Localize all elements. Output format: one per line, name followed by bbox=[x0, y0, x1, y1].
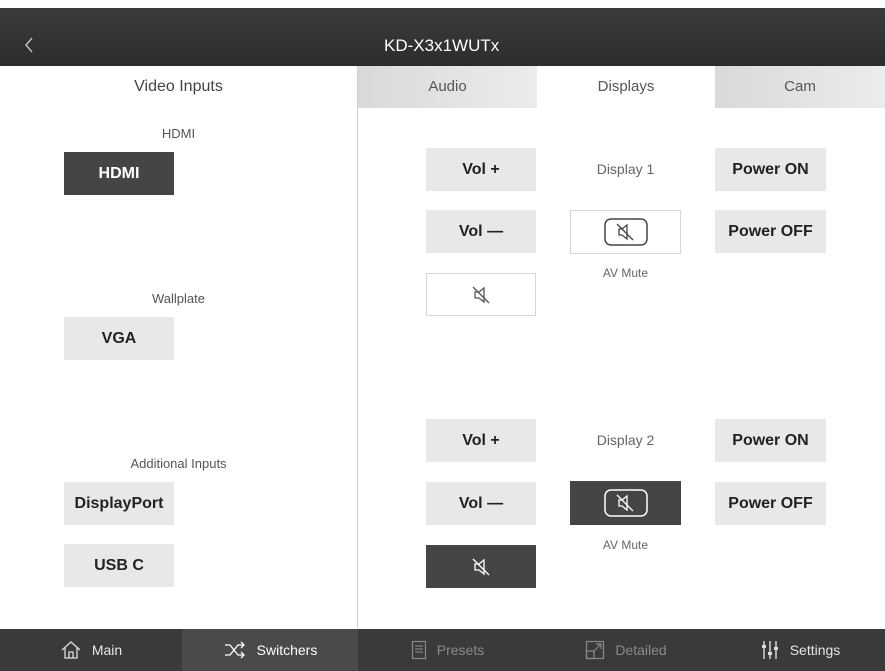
display1-power-on-button[interactable]: Power ON bbox=[715, 148, 826, 191]
page-title: KD-X3x1WUTx bbox=[384, 36, 500, 55]
nav-presets[interactable]: Presets bbox=[358, 629, 537, 671]
display1-audio-mute-button[interactable] bbox=[426, 273, 536, 316]
bottom-nav-bar: Main Switchers Presets Detailed Settings bbox=[0, 629, 885, 671]
input-hdmi-button[interactable]: HDMI bbox=[64, 152, 174, 195]
video-inputs-heading: Video Inputs bbox=[134, 78, 223, 95]
display1-av-mute-button[interactable] bbox=[570, 210, 681, 254]
document-icon bbox=[411, 640, 426, 660]
display2-av-mute-label: AV Mute bbox=[602, 538, 649, 552]
display2-name: Display 2 bbox=[596, 432, 655, 448]
video-inputs-panel bbox=[0, 66, 358, 629]
group-label-hdmi: HDMI bbox=[161, 126, 196, 141]
display2-av-mute-button[interactable] bbox=[570, 481, 681, 525]
nav-detailed[interactable]: Detailed bbox=[537, 629, 715, 671]
nav-main-label: Main bbox=[91, 642, 123, 658]
title-bar: KD-X3x1WUTx bbox=[0, 8, 885, 66]
nav-presets-label: Presets bbox=[436, 642, 485, 658]
display1-av-mute-label: AV Mute bbox=[602, 266, 649, 280]
speaker-mute-icon bbox=[472, 558, 490, 575]
group-label-wallplate: Wallplate bbox=[152, 291, 205, 306]
tab-audio[interactable]: Audio bbox=[358, 66, 537, 108]
group-label-additional: Additional Inputs bbox=[130, 456, 227, 471]
nav-switchers[interactable]: Switchers bbox=[182, 629, 358, 671]
display2-power-on-button[interactable]: Power ON bbox=[715, 419, 826, 462]
display2-vol-down-button[interactable]: Vol — bbox=[426, 482, 536, 525]
nav-switchers-label: Switchers bbox=[256, 642, 318, 658]
display2-vol-up-button[interactable]: Vol + bbox=[426, 419, 536, 462]
display2-audio-mute-button[interactable] bbox=[426, 545, 536, 588]
nav-settings-label: Settings bbox=[789, 642, 841, 658]
input-usbc-button[interactable]: USB C bbox=[64, 544, 174, 587]
display1-name: Display 1 bbox=[596, 161, 655, 177]
back-button[interactable] bbox=[24, 36, 34, 58]
display1-vol-down-button[interactable]: Vol — bbox=[426, 210, 536, 253]
av-mute-icon bbox=[603, 218, 648, 246]
speaker-mute-icon bbox=[472, 286, 490, 303]
top-strip bbox=[0, 0, 885, 8]
av-mute-icon bbox=[603, 489, 648, 517]
display1-vol-up-button[interactable]: Vol + bbox=[426, 148, 536, 191]
input-vga-button[interactable]: VGA bbox=[64, 317, 174, 360]
nav-detailed-label: Detailed bbox=[615, 642, 667, 658]
tab-cam[interactable]: Cam bbox=[715, 66, 885, 108]
home-icon bbox=[61, 641, 81, 659]
nav-settings[interactable]: Settings bbox=[715, 629, 885, 671]
display1-power-off-button[interactable]: Power OFF bbox=[715, 210, 826, 253]
sliders-icon bbox=[761, 641, 778, 659]
tab-displays[interactable]: Displays bbox=[537, 66, 715, 108]
shuffle-icon bbox=[224, 641, 245, 659]
input-displayport-button[interactable]: DisplayPort bbox=[64, 482, 174, 525]
expand-icon bbox=[586, 640, 605, 660]
app-frame: KD-X3x1WUTx Video Inputs HDMI HDMI Wallp… bbox=[0, 0, 885, 671]
nav-main[interactable]: Main bbox=[0, 629, 182, 671]
display2-power-off-button[interactable]: Power OFF bbox=[715, 482, 826, 525]
chevron-left-icon bbox=[25, 37, 33, 53]
